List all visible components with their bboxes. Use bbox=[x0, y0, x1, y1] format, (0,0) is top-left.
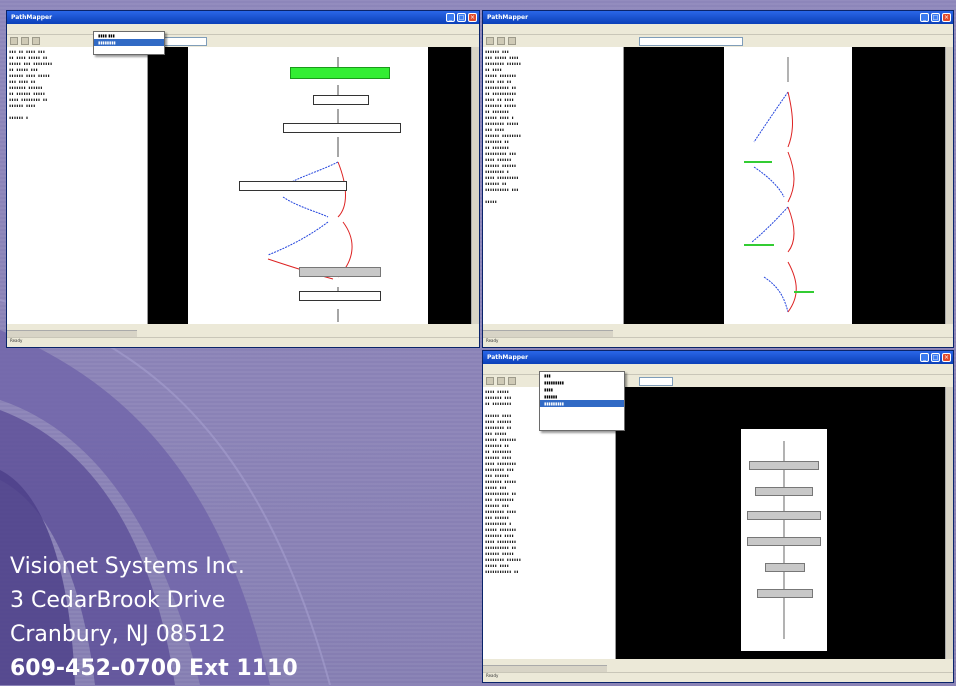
status-bar: Ready bbox=[483, 337, 953, 347]
maximize-icon[interactable]: □ bbox=[457, 13, 466, 22]
code-pane[interactable]: ▮▮▮ ▮▮ ▮▮▮▮ ▮▮▮ ▮▮ ▮▮▮▮ ▮▮▮▮▮ ▮▮ ▮▮▮▮▮ ▮… bbox=[7, 47, 148, 324]
flow-node[interactable] bbox=[765, 563, 805, 572]
save-icon[interactable] bbox=[21, 37, 29, 45]
minimize-icon[interactable]: _ bbox=[920, 13, 929, 22]
window-title: PathMapper bbox=[487, 354, 529, 361]
menu-item[interactable]: ▮▮▮▮ bbox=[540, 386, 624, 393]
flow-node[interactable] bbox=[747, 511, 821, 520]
code-text: ▮▮▮ ▮▮ ▮▮▮▮ ▮▮▮ ▮▮ ▮▮▮▮ ▮▮▮▮▮ ▮▮ ▮▮▮▮▮ ▮… bbox=[9, 49, 53, 120]
company-city: Cranbury, NJ 08512 bbox=[10, 622, 226, 647]
dropdown-menu: ▮▮▮▮ ▮▮▮ ▮▮▮▮▮▮▮▮ bbox=[93, 31, 165, 55]
vertical-scrollbar[interactable] bbox=[945, 387, 953, 659]
menu-item[interactable]: ▮▮▮ bbox=[540, 372, 624, 379]
path-field[interactable] bbox=[639, 36, 743, 46]
dropdown-menu: ▮▮▮ ▮▮▮▮▮▮▮▮▮ ▮▮▮▮ ▮▮▮▮▮▮ ▮▮▮▮▮▮▮▮▮ bbox=[539, 371, 625, 431]
menu-item[interactable]: ▮▮▮▮▮▮▮▮▮ bbox=[540, 379, 624, 386]
maximize-icon[interactable]: □ bbox=[931, 353, 940, 362]
app-window-1: PathMapper _ □ × ▮▮▮ ▮▮ ▮▮▮▮ ▮▮▮ ▮▮ ▮▮▮▮… bbox=[6, 10, 480, 348]
status-bar: Ready bbox=[483, 672, 953, 682]
run-icon[interactable] bbox=[32, 37, 40, 45]
flow-node[interactable] bbox=[313, 95, 369, 105]
run-icon[interactable] bbox=[508, 37, 516, 45]
flow-graph-edges bbox=[744, 57, 814, 313]
window-title: PathMapper bbox=[11, 14, 53, 21]
titlebar: PathMapper _ □ × bbox=[483, 11, 953, 24]
flow-node[interactable] bbox=[299, 291, 381, 301]
flow-node[interactable] bbox=[757, 589, 813, 598]
menu-item[interactable]: ▮▮▮▮ ▮▮▮ bbox=[94, 32, 164, 39]
minimize-icon[interactable]: _ bbox=[446, 13, 455, 22]
menu-item[interactable]: ▮▮▮▮▮▮ bbox=[540, 393, 624, 400]
run-icon[interactable] bbox=[508, 377, 516, 385]
titlebar: PathMapper _ □ × bbox=[483, 351, 953, 364]
menu-bar bbox=[7, 24, 479, 35]
menu-item-selected[interactable]: ▮▮▮▮▮▮▮▮ bbox=[94, 39, 164, 46]
vertical-scrollbar[interactable] bbox=[945, 47, 953, 324]
flow-node[interactable] bbox=[749, 461, 819, 470]
open-icon[interactable] bbox=[10, 37, 18, 45]
close-icon[interactable]: × bbox=[942, 13, 951, 22]
close-icon[interactable]: × bbox=[942, 353, 951, 362]
app-window-3: PathMapper _ □ × ▮▮▮▮ ▮▮▮▮▮ ▮▮▮▮▮▮▮ ▮▮▮ … bbox=[482, 350, 954, 683]
company-address: Visionet Systems Inc. 3 CedarBrook Drive… bbox=[10, 550, 298, 686]
company-phone: 609-452-0700 Ext 1110 bbox=[10, 656, 298, 681]
company-name: Visionet Systems Inc. bbox=[10, 554, 245, 579]
code-text: ▮▮▮▮▮▮ ▮▮▮ ▮▮▮ ▮▮▮▮▮ ▮▮▮▮ ▮▮▮▮▮▮▮▮ ▮▮▮▮▮… bbox=[485, 49, 522, 204]
flow-node[interactable] bbox=[283, 123, 401, 133]
menu-item-selected[interactable]: ▮▮▮▮▮▮▮▮▮ bbox=[540, 400, 624, 407]
open-icon[interactable] bbox=[486, 37, 494, 45]
company-street: 3 CedarBrook Drive bbox=[10, 588, 226, 613]
flow-node[interactable] bbox=[747, 537, 821, 546]
flow-node[interactable] bbox=[239, 181, 347, 191]
maximize-icon[interactable]: □ bbox=[931, 13, 940, 22]
titlebar: PathMapper _ □ × bbox=[7, 11, 479, 24]
flow-node[interactable] bbox=[299, 267, 381, 277]
flow-node[interactable] bbox=[755, 487, 813, 496]
app-window-2: PathMapper _ □ × ▮▮▮▮▮▮ ▮▮▮ ▮▮▮ ▮▮▮▮▮ ▮▮… bbox=[482, 10, 954, 348]
start-node[interactable] bbox=[290, 67, 390, 79]
close-icon[interactable]: × bbox=[468, 13, 477, 22]
code-pane[interactable]: ▮▮▮▮▮▮ ▮▮▮ ▮▮▮ ▮▮▮▮▮ ▮▮▮▮ ▮▮▮▮▮▮▮▮ ▮▮▮▮▮… bbox=[483, 47, 624, 324]
vertical-scrollbar[interactable] bbox=[471, 47, 479, 324]
save-icon[interactable] bbox=[497, 377, 505, 385]
open-icon[interactable] bbox=[486, 377, 494, 385]
status-bar: Ready bbox=[7, 337, 479, 347]
window-title: PathMapper bbox=[487, 14, 529, 21]
menu-bar bbox=[483, 24, 953, 35]
minimize-icon[interactable]: _ bbox=[920, 353, 929, 362]
path-field[interactable] bbox=[639, 376, 673, 386]
save-icon[interactable] bbox=[497, 37, 505, 45]
